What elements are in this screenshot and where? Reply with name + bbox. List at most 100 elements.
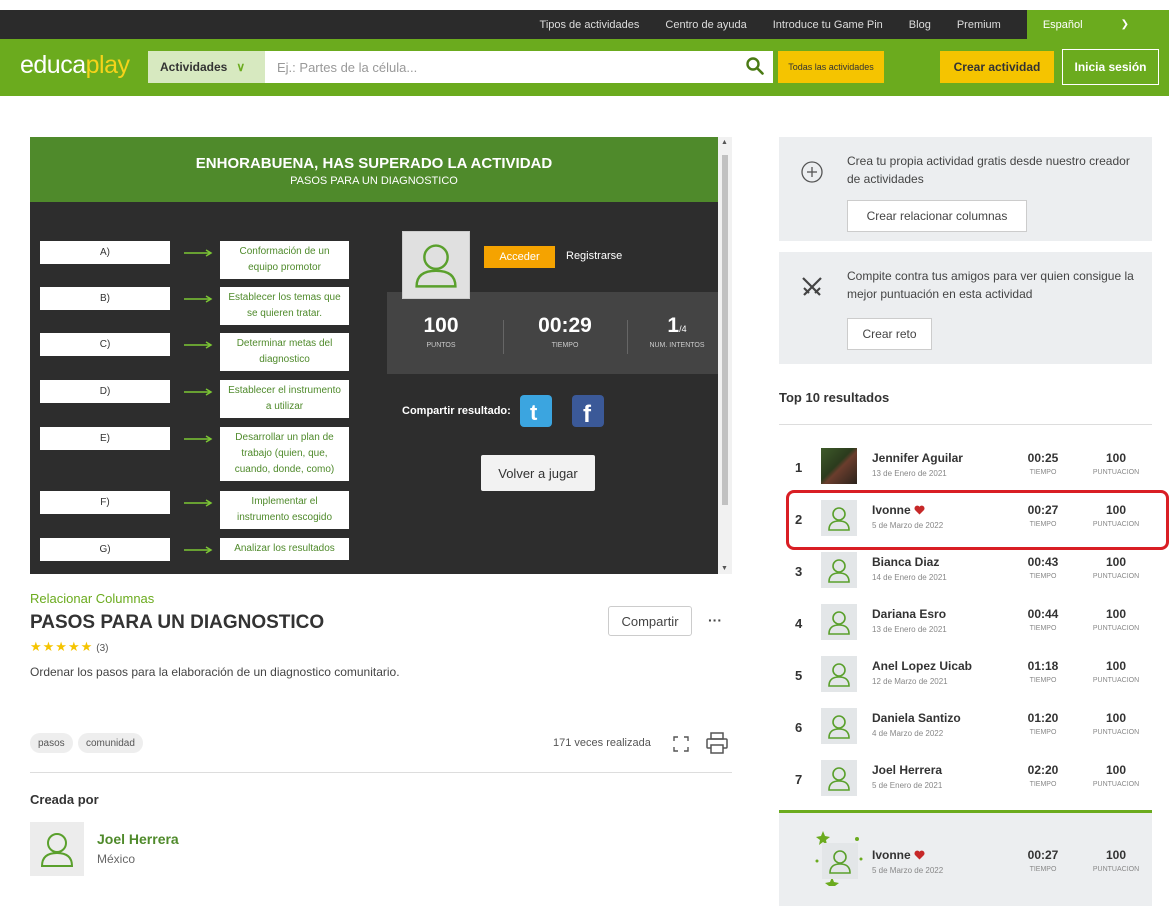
player-name: Dariana Esro <box>872 607 947 621</box>
challenge-card-text: Compite contra tus amigos para ver quien… <box>847 269 1134 301</box>
attempts-label: NUM. INTENTOS <box>649 342 705 349</box>
user-icon <box>828 767 850 791</box>
pair-answer: Analizar los resultados <box>220 538 349 560</box>
main-nav: educaplay Actividades ∨ Todas las activid… <box>0 39 1169 96</box>
points-label: PUNTUACION <box>1092 469 1140 476</box>
scroll-down-icon[interactable]: ▼ <box>721 565 728 572</box>
create-columns-button[interactable]: Crear relacionar columnas <box>847 200 1027 232</box>
star-icons: ★★★★★ <box>30 639 94 654</box>
avatar <box>402 231 470 299</box>
player-points: 100 <box>1105 848 1127 862</box>
player-time: 00:27 <box>1027 848 1059 862</box>
player-name: Anel Lopez Uicab <box>872 659 973 673</box>
challenge-card: Compite contra tus amigos para ver quien… <box>779 252 1152 364</box>
login-button[interactable]: Inicia sesión <box>1062 49 1159 85</box>
player-points: 100 <box>1105 711 1127 725</box>
register-link[interactable]: Registrarse <box>566 250 622 262</box>
pair-letter: C) <box>40 333 170 356</box>
share-result-label: Compartir resultado: <box>402 405 511 417</box>
activities-dropdown[interactable]: Actividades ∨ <box>148 51 265 83</box>
create-challenge-button[interactable]: Crear reto <box>847 318 932 350</box>
plus-circle-icon <box>801 161 823 183</box>
language-selector[interactable]: Español ❯ <box>1026 10 1169 39</box>
my-result-card: Ivonne 5 de Marzo de 2022 00:27 TIEMPO 1… <box>779 810 1152 906</box>
user-icon <box>829 850 851 874</box>
top-links: Tipos de actividades Centro de ayuda Int… <box>540 10 1169 39</box>
time-label: TIEMPO <box>1029 625 1057 632</box>
create-activity-button[interactable]: Crear actividad <box>940 51 1054 83</box>
pair-answer: Establecer los temas que se quieren trat… <box>220 287 349 325</box>
player-name: Bianca Diaz <box>872 555 940 569</box>
author-name[interactable]: Joel Herrera <box>97 831 179 847</box>
logo[interactable]: educaplay <box>20 51 130 80</box>
svg-text:f: f <box>583 401 592 427</box>
replay-button[interactable]: Volver a jugar <box>481 455 595 491</box>
scrollbar-thumb[interactable] <box>722 155 728 505</box>
user-icon <box>40 833 74 867</box>
login-button[interactable]: Acceder <box>484 246 555 268</box>
search-input[interactable] <box>265 51 773 83</box>
attempts-value: 1 <box>667 314 680 337</box>
avatar <box>821 656 857 692</box>
top-results-title: Top 10 resultados <box>779 390 890 405</box>
scroll-up-icon[interactable]: ▲ <box>721 139 728 146</box>
user-icon <box>828 663 850 687</box>
twitter-icon: t <box>530 400 538 425</box>
page-title: PASOS PARA UN DIAGNOSTICO <box>30 612 325 633</box>
result-stats: 100 PUNTOS 00:29 TIEMPO 1/4 NUM. INTENTO… <box>387 292 718 374</box>
tag-comunidad[interactable]: comunidad <box>78 733 143 753</box>
player-date: 13 de Enero de 2021 <box>872 625 947 634</box>
arrow-right-icon <box>184 341 213 349</box>
arrow-right-icon <box>184 249 213 257</box>
more-options-icon[interactable]: ··· <box>708 612 722 628</box>
fullscreen-icon[interactable] <box>673 736 689 752</box>
search-icon[interactable] <box>746 57 764 75</box>
twitter-share-button[interactable]: t <box>520 395 552 427</box>
share-button[interactable]: Compartir <box>608 606 692 636</box>
ranking-row[interactable]: 4 Dariana Esro 13 de Enero de 2021 00:44… <box>779 598 1152 648</box>
points-label: PUNTUACION <box>1092 729 1140 736</box>
link-centro-ayuda[interactable]: Centro de ayuda <box>665 19 746 31</box>
link-game-pin[interactable]: Introduce tu Game Pin <box>773 19 883 31</box>
pair-answer: Establecer el instrumento a utilizar <box>220 380 349 418</box>
player-points: 100 <box>1105 607 1127 621</box>
time-stat: 00:29 TIEMPO <box>515 314 615 349</box>
link-blog[interactable]: Blog <box>909 19 931 31</box>
player-name: Joel Herrera <box>872 763 943 777</box>
print-icon[interactable] <box>705 731 729 755</box>
divider <box>30 772 732 773</box>
activity-category[interactable]: Relacionar Columnas <box>30 591 154 606</box>
author-avatar[interactable] <box>30 822 84 876</box>
arrow-right-icon <box>184 295 213 303</box>
player-points: 100 <box>1105 659 1127 673</box>
points-value: 100 <box>423 314 459 337</box>
language-label: Español <box>1042 18 1083 31</box>
points-label: PUNTUACION <box>1092 781 1140 788</box>
author-country: México <box>97 852 136 866</box>
game-scrollbar[interactable]: ▲ ▼ <box>718 137 732 574</box>
arrow-right-icon <box>184 546 213 554</box>
pair-letter: G) <box>40 538 170 561</box>
chevron-down-icon: ∨ <box>236 60 246 74</box>
points-label: PUNTUACION <box>1092 625 1140 632</box>
all-activities-button[interactable]: Todas las actividades <box>778 51 884 83</box>
tag-pasos[interactable]: pasos <box>30 733 73 753</box>
divider <box>779 424 1152 425</box>
ranking-row[interactable]: 1 Jennifer Aguilar 13 de Enero de 2021 0… <box>779 442 1152 492</box>
rank-number: 6 <box>795 720 803 735</box>
ranking-row[interactable]: 3 Bianca Diaz 14 de Enero de 2021 00:43 … <box>779 546 1152 596</box>
player-points: 100 <box>1105 451 1127 465</box>
player-time: 00:44 <box>1027 607 1059 621</box>
pair-answer: Determinar metas del diagnostico <box>220 333 349 371</box>
player-date: 13 de Enero de 2021 <box>872 469 947 478</box>
facebook-share-button[interactable]: f <box>572 395 604 428</box>
heart-icon <box>914 850 925 860</box>
link-premium[interactable]: Premium <box>957 19 1001 31</box>
ranking-row[interactable]: 7 Joel Herrera 5 de Enero de 2021 02:20 … <box>779 754 1152 804</box>
avatar <box>821 708 857 744</box>
link-tipos-actividades[interactable]: Tipos de actividades <box>540 19 640 31</box>
ranking-row[interactable]: 5 Anel Lopez Uicab 12 de Marzo de 2021 0… <box>779 650 1152 700</box>
player-date: 5 de Enero de 2021 <box>872 781 943 790</box>
ranking-row[interactable]: 6 Daniela Santizo 4 de Marzo de 2022 01:… <box>779 702 1152 752</box>
pair-letter: F) <box>40 491 170 514</box>
